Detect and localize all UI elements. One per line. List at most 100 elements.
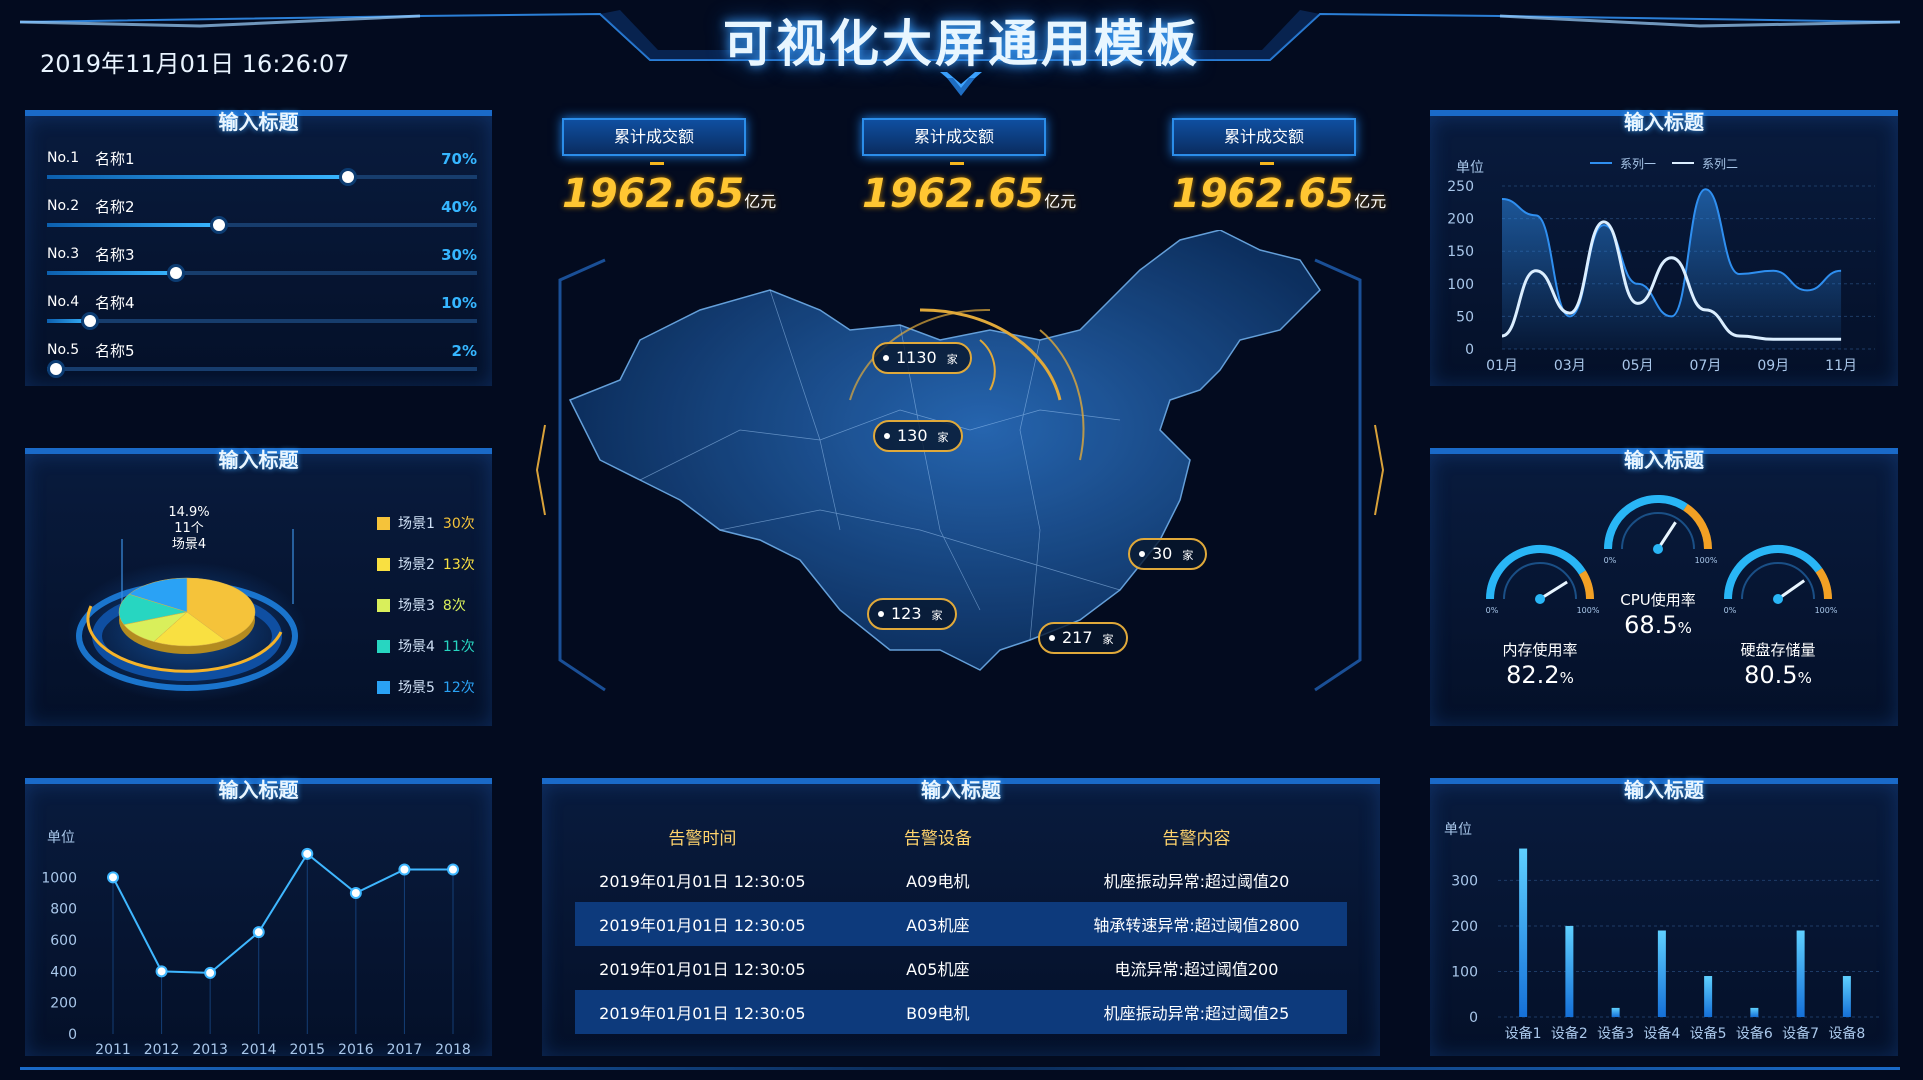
legend-label: 系列一	[1620, 157, 1656, 171]
rank-row: No.1 名称1 70%	[47, 146, 477, 186]
x-tick-label: 2016	[338, 1042, 374, 1056]
data-point	[252, 926, 265, 939]
x-tick-label: 2017	[387, 1042, 423, 1056]
progress-track	[47, 168, 477, 186]
y-tick-label: 100	[1447, 277, 1474, 293]
legend-item: 场景1 30次	[377, 513, 475, 533]
kpi-value-line: 1962.65亿元	[1172, 171, 1386, 217]
yearline-chart: 单位 0 200 400 600 800 1000 2011 2012 2013 2014 2015 2…	[41, 830, 471, 1056]
map-badge[interactable]: 130 家	[873, 420, 963, 452]
table-row[interactable]: 2019年01月01日 12:30:05 A09电机 机座振动异常:超过阈值20	[575, 858, 1347, 902]
x-tick-label: 01月	[1486, 358, 1518, 374]
data-point	[447, 863, 459, 876]
rank-row: No.5 名称5 2%	[46, 338, 477, 378]
rank-name: 名称2	[95, 198, 135, 216]
data-point	[107, 871, 119, 884]
y-tick-label: 600	[50, 933, 77, 949]
footer-line	[20, 1067, 1900, 1070]
data-point	[204, 966, 217, 979]
progress-handle[interactable]	[210, 216, 228, 234]
rank-percent: 2%	[451, 342, 477, 360]
kpi-divider	[1260, 162, 1274, 165]
legend-label: 系列二	[1702, 157, 1738, 171]
kpi-value: 1962.65	[562, 171, 745, 217]
rank-no: No.2	[47, 198, 80, 214]
datetime: 2019年11月01日 16:26:07	[40, 50, 350, 78]
y-tick-label: 150	[1447, 244, 1474, 260]
map-badge-unit: 家	[937, 431, 949, 444]
table-row[interactable]: 2019年01月01日 12:30:05 A03机座 轴承转速异常:超过阈值28…	[575, 902, 1347, 946]
cell-content: 机座振动异常:超过阈值20	[1103, 872, 1290, 891]
y-tick-label: 1000	[41, 870, 77, 886]
gauge-min: 0%	[1486, 606, 1499, 615]
y-tick-label: 100	[1451, 964, 1478, 980]
table-row[interactable]: 2019年01月01日 12:30:05 A05机座 电流异常:超过阈值200	[575, 946, 1347, 990]
alarm-panel: 输入标题 告警时间 告警设备 告警内容 2019年01月01日 12:30:05…	[542, 778, 1380, 1056]
column-header: 告警时间	[668, 828, 737, 849]
map-badge[interactable]: 123 家	[867, 598, 957, 630]
x-tick-label: 2015	[289, 1042, 325, 1056]
y-tick-label: 200	[50, 996, 77, 1012]
kpi-value: 1962.65	[1172, 171, 1355, 217]
rank-percent: 40%	[441, 198, 477, 216]
x-tick-label: 07月	[1690, 358, 1722, 374]
pie-chart: 14.9% 11个 场景4	[67, 505, 307, 702]
map-badge[interactable]: 217 家	[1038, 622, 1128, 654]
kpi-card: 累计成交额 1962.65亿元	[562, 118, 776, 217]
rank-name: 名称4	[95, 294, 135, 312]
y-tick-label: 50	[1456, 309, 1474, 325]
rank-row: No.2 名称2 40%	[47, 194, 477, 234]
gauge-value-unit: %	[1797, 669, 1812, 687]
kpi-card: 累计成交额 1962.65亿元	[1172, 118, 1386, 217]
x-tick-label: 05月	[1622, 358, 1654, 374]
table-row[interactable]: 2019年01月01日 12:30:05 B09电机 机座振动异常:超过阈值25	[575, 990, 1347, 1034]
progress-fill	[47, 175, 348, 179]
gauge-value-unit: %	[1559, 669, 1574, 687]
yearline-panel: 输入标题 单位 0 200 400 600 800 1000 2011 2012 2013 2014…	[25, 778, 492, 1056]
kpi-divider	[650, 162, 664, 165]
map-badge[interactable]: 30 家	[1128, 538, 1208, 570]
map-badge-value: 123	[891, 604, 922, 623]
progress-handle[interactable]	[46, 360, 65, 378]
x-tick-label: 03月	[1554, 358, 1586, 374]
x-tick-label: 设备5	[1690, 1025, 1727, 1042]
map-badge-unit: 家	[1102, 633, 1114, 646]
progress-handle[interactable]	[81, 312, 99, 330]
x-tick-label: 设备6	[1736, 1025, 1773, 1042]
legend-item: 场景5 12次	[377, 677, 475, 697]
rank-no: No.1	[47, 150, 80, 166]
legend-item: 场景4 11次	[377, 636, 475, 656]
x-tick-label: 2012	[144, 1042, 180, 1056]
x-tick-label: 2011	[95, 1042, 131, 1056]
progress-handle[interactable]	[339, 168, 357, 186]
y-tick-label: 200	[1451, 919, 1478, 935]
devbar-panel: 输入标题 单位 0 100 200 300 设备1 设备2 设备3 设备4 设备5 设备6 设备7 设备…	[1430, 778, 1898, 1056]
progress-fill	[47, 223, 219, 227]
pie-panel: 输入标题 14.9% 11个 场景4 场景1 30次 场景2 13次 场景3 8次 场…	[25, 448, 492, 726]
rank-no: No.5	[47, 342, 80, 358]
rank-row: No.4 名称4 10%	[47, 290, 477, 330]
data-point	[349, 887, 362, 899]
y-tick-label: 400	[50, 964, 77, 980]
rank-percent: 30%	[441, 246, 477, 264]
bar	[1565, 925, 1574, 1017]
x-tick-label: 设备2	[1551, 1025, 1588, 1042]
progress-handle[interactable]	[167, 264, 185, 282]
gauge-label: CPU使用率	[1620, 591, 1696, 609]
legend-name: 场景4	[398, 639, 435, 655]
y-axis-label: 单位	[47, 830, 75, 846]
cell-time: 2019年01月01日 12:30:05	[599, 872, 806, 891]
y-axis-label: 单位	[1444, 822, 1472, 838]
x-tick-label: 设备4	[1643, 1025, 1680, 1042]
x-tick-label: 2018	[435, 1042, 471, 1056]
bar	[1657, 930, 1666, 1017]
data-point	[155, 965, 168, 978]
legend-name: 场景5	[398, 680, 435, 696]
progress-track	[47, 312, 477, 330]
gauge-panel: 输入标题 0% 100% 0% 100% 0% 100% 内存使用率 82.2% CPU使…	[1430, 448, 1898, 726]
cell-time: 2019年01月01日 12:30:05	[599, 960, 806, 979]
pie-callout-name: 场景4	[172, 537, 206, 552]
map-badge[interactable]: 1130 家	[872, 342, 972, 374]
legend-swatch	[377, 517, 390, 530]
progress-track	[46, 360, 477, 378]
